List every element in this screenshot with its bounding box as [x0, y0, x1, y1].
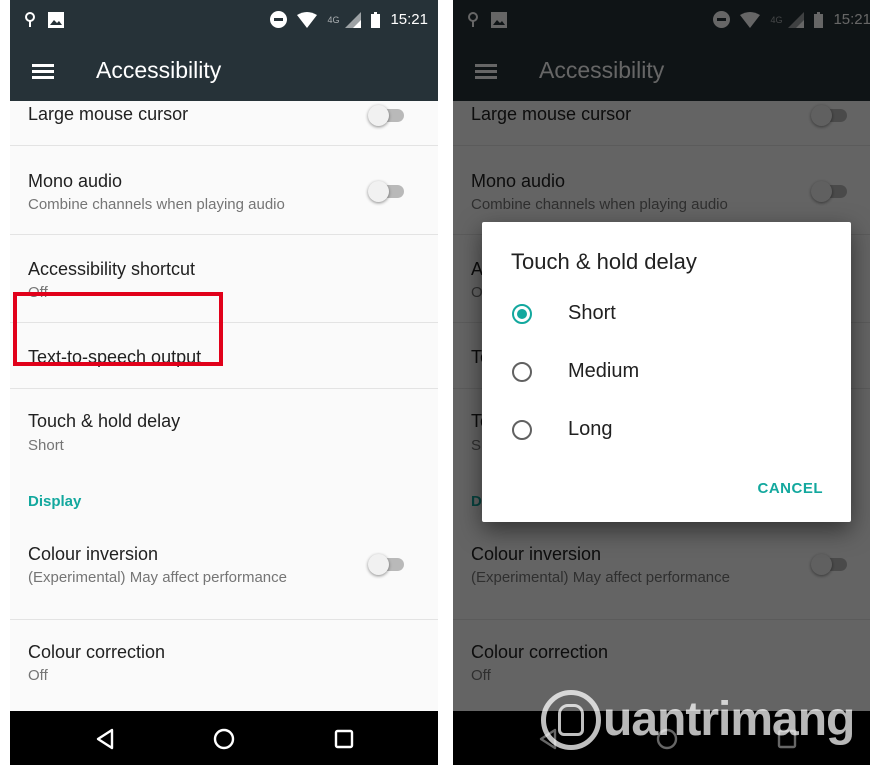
- large-mouse-cursor-switch[interactable]: [368, 103, 408, 127]
- setting-summary: Short: [28, 437, 64, 454]
- setting-summary: Combine channels when playing audio: [28, 196, 285, 213]
- settings-list: Large mouse cursor Mono audio Combine ch…: [10, 101, 438, 706]
- option-label: Medium: [568, 360, 640, 382]
- watermark: uantrimang: [541, 686, 870, 758]
- setting-title: Touch & hold delay: [28, 411, 181, 431]
- clock: 15:21: [390, 11, 428, 28]
- app-bar: Accessibility: [10, 44, 438, 101]
- image-icon: [48, 12, 64, 28]
- setting-title: Colour correction: [28, 642, 166, 662]
- wifi-icon: [297, 11, 318, 28]
- page-title: Accessibility: [96, 57, 222, 83]
- left-screen: 4G 15:21 Accessibility Large mouse curso…: [10, 0, 438, 765]
- back-icon[interactable]: [93, 727, 117, 751]
- radio-selected-icon[interactable]: [512, 304, 532, 324]
- colour-inversion-switch[interactable]: [368, 552, 408, 576]
- setting-title: Accessibility shortcut: [28, 259, 196, 279]
- right-screen: 4G 15:21 Accessibility Large mouse curso…: [453, 0, 870, 765]
- battery-icon: [371, 11, 381, 28]
- setting-summary: (Experimental) May affect performance: [28, 569, 287, 586]
- setting-summary: Off: [28, 667, 48, 684]
- home-icon[interactable]: [212, 727, 236, 751]
- lightbulb-logo-icon: [541, 690, 601, 750]
- option-label: Long: [568, 418, 613, 440]
- option-short[interactable]: Short: [512, 296, 832, 336]
- status-right: 4G 15:21: [270, 11, 428, 28]
- setting-title: Large mouse cursor: [28, 104, 189, 124]
- menu-icon[interactable]: [32, 64, 54, 80]
- option-long[interactable]: Long: [512, 412, 832, 452]
- location-pin-icon: [25, 12, 35, 27]
- section-header-display: Display: [10, 475, 438, 531]
- do-not-disturb-icon: [270, 11, 288, 28]
- network-type: 4G: [327, 14, 340, 25]
- setting-title: Mono audio: [28, 171, 123, 191]
- status-bar: 4G 15:21: [10, 0, 438, 44]
- radio-unselected-icon[interactable]: [512, 362, 532, 382]
- setting-title: Colour inversion: [28, 544, 159, 564]
- radio-unselected-icon[interactable]: [512, 420, 532, 440]
- option-label: Short: [568, 302, 616, 324]
- dialog-title: Touch & hold delay: [511, 249, 697, 274]
- watermark-text: uantrimang: [603, 693, 855, 746]
- signal-icon: [345, 11, 362, 28]
- setting-mono-audio[interactable]: Mono audio Combine channels when playing…: [10, 146, 438, 235]
- mono-audio-switch[interactable]: [368, 179, 408, 203]
- cancel-button[interactable]: CANCEL: [758, 480, 824, 497]
- setting-colour-correction[interactable]: Colour correction Off: [10, 620, 438, 706]
- recents-icon[interactable]: [332, 727, 356, 751]
- setting-colour-inversion[interactable]: Colour inversion (Experimental) May affe…: [10, 531, 438, 620]
- option-medium[interactable]: Medium: [512, 354, 832, 394]
- highlight-box: [13, 292, 223, 366]
- nav-bar: [10, 711, 438, 765]
- status-left: [24, 12, 64, 28]
- setting-touch-hold-delay[interactable]: Touch & hold delay Short: [10, 389, 438, 475]
- touch-hold-delay-dialog: Touch & hold delay Short Medium Long CAN…: [482, 222, 851, 522]
- setting-large-mouse-cursor[interactable]: Large mouse cursor: [10, 101, 438, 146]
- section-title: Display: [28, 493, 82, 510]
